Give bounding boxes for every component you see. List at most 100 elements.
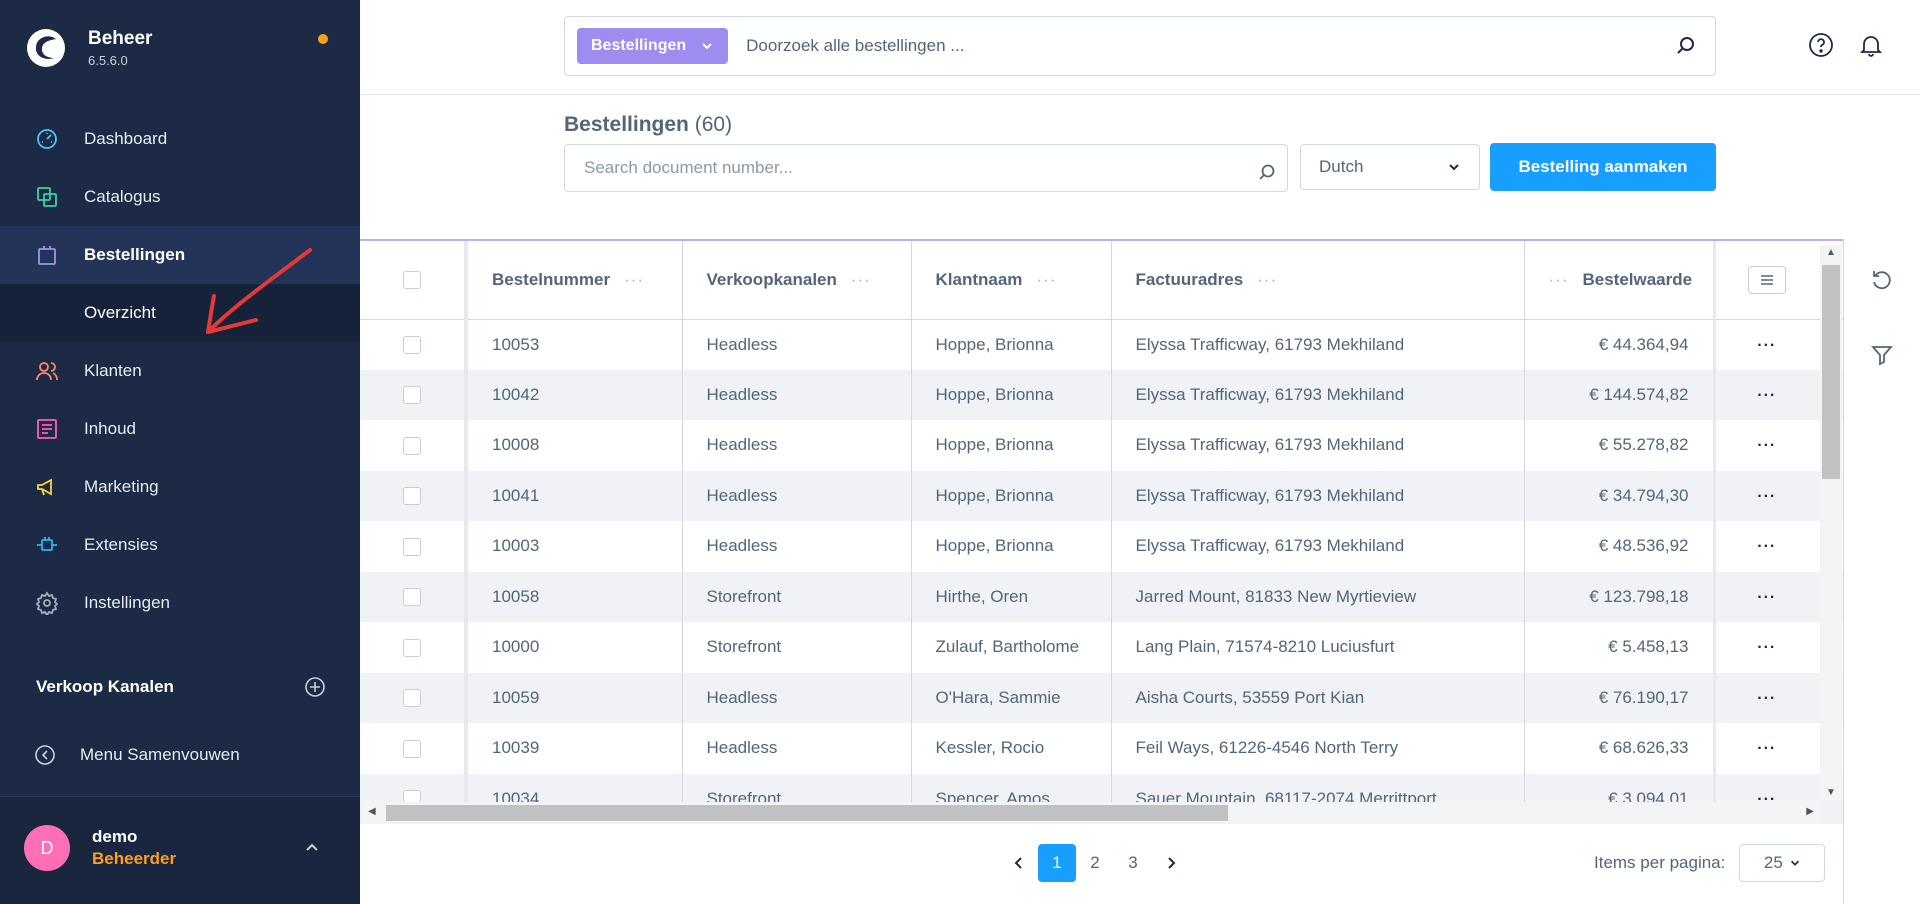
sidebar-item-catalogus[interactable]: Catalogus bbox=[0, 168, 360, 226]
sidebar-item-label: Klanten bbox=[84, 361, 142, 380]
table-row[interactable]: 10042 Headless Hoppe, Brionna Elyssa Traffi… bbox=[360, 369, 1844, 420]
horizontal-scrollbar[interactable]: ◀ ▶ bbox=[362, 802, 1820, 824]
column-label: Bestelwaarde bbox=[1582, 269, 1693, 289]
chevron-up-icon[interactable] bbox=[302, 837, 322, 857]
row-actions-cell: ··· bbox=[1712, 571, 1818, 622]
chevron-down-icon bbox=[1449, 164, 1459, 171]
column-header-order-value[interactable]: ··· Bestelwaarde bbox=[1524, 241, 1715, 320]
column-header-order-number[interactable]: Bestelnummer ··· bbox=[466, 241, 683, 320]
row-actions-menu-icon[interactable]: ··· bbox=[1757, 740, 1776, 757]
table-row[interactable]: 10058 Storefront Hirthe, Oren Jarred Mount,… bbox=[360, 571, 1844, 622]
document-search-input[interactable]: Search document number... bbox=[564, 144, 1288, 192]
row-select-cell bbox=[360, 622, 468, 673]
column-menu-icon[interactable]: ··· bbox=[1549, 270, 1569, 289]
sales-channel-cell: Headless bbox=[682, 369, 912, 420]
row-checkbox[interactable] bbox=[403, 436, 421, 455]
column-menu-icon[interactable]: ··· bbox=[1257, 270, 1277, 289]
order-value-cell: € 48.536,92 bbox=[1524, 521, 1715, 572]
sidebar-item-marketing[interactable]: Marketing bbox=[0, 458, 360, 516]
sidebar-item-inhoud[interactable]: Inhoud bbox=[0, 400, 360, 458]
prev-page-button[interactable] bbox=[1000, 844, 1038, 882]
table-row[interactable]: 10041 Headless Hoppe, Brionna Elyssa Traffi… bbox=[360, 470, 1844, 521]
page-button-3[interactable]: 3 bbox=[1114, 844, 1152, 882]
page-button-1[interactable]: 1 bbox=[1038, 844, 1076, 882]
table-row[interactable]: 10039 Headless Kessler, Rocio Feil Ways, 61… bbox=[360, 723, 1844, 774]
column-header-sales-channel[interactable]: Verkoopkanalen ··· bbox=[682, 241, 912, 320]
customer-name-cell: Zulauf, Bartholome bbox=[911, 622, 1112, 673]
sidebar: Beheer 6.5.6.0 Dashboard Catalogus Beste… bbox=[0, 0, 360, 904]
row-checkbox[interactable] bbox=[403, 689, 421, 708]
scroll-left-icon[interactable]: ◀ bbox=[368, 806, 376, 817]
table-row[interactable]: 10053 Headless Hoppe, Brionna Elyssa Traffi… bbox=[360, 319, 1844, 370]
row-actions-menu-icon[interactable]: ··· bbox=[1757, 337, 1776, 354]
global-search-input[interactable]: Doorzoek alle bestellingen ... bbox=[746, 36, 1675, 56]
pagination: 1 2 3 bbox=[1000, 844, 1190, 882]
row-actions-menu-icon[interactable]: ··· bbox=[1757, 639, 1776, 656]
scroll-up-icon[interactable]: ▲ bbox=[1826, 247, 1836, 258]
row-actions-menu-icon[interactable]: ··· bbox=[1757, 690, 1776, 707]
create-order-button[interactable]: Bestelling aanmaken bbox=[1490, 143, 1716, 191]
row-checkbox[interactable] bbox=[403, 638, 421, 657]
global-search[interactable]: Bestellingen Doorzoek alle bestellingen … bbox=[564, 16, 1716, 76]
column-header-billing-address[interactable]: Factuuradres ··· bbox=[1111, 241, 1525, 320]
sales-channel-cell: Headless bbox=[682, 319, 912, 370]
vertical-scroll-thumb[interactable] bbox=[1822, 265, 1840, 479]
next-page-button[interactable] bbox=[1152, 844, 1190, 882]
table-row[interactable]: 10003 Headless Hoppe, Brionna Elyssa Traffi… bbox=[360, 521, 1844, 572]
language-select[interactable]: Dutch bbox=[1300, 144, 1480, 190]
brand-title: Beheer bbox=[88, 28, 153, 49]
brand[interactable]: Beheer 6.5.6.0 bbox=[26, 28, 152, 68]
users-icon bbox=[34, 358, 60, 384]
table-row[interactable]: 10000 Storefront Zulauf, Bartholome Lang Pl… bbox=[360, 622, 1844, 673]
user-panel[interactable]: D demo Beheerder bbox=[0, 796, 360, 904]
horizontal-scroll-thumb[interactable] bbox=[386, 805, 1228, 821]
column-label: Verkoopkanalen bbox=[706, 269, 837, 289]
vertical-scrollbar[interactable]: ▲ ▼ bbox=[1820, 245, 1842, 800]
filter-icon[interactable] bbox=[1870, 343, 1894, 367]
row-checkbox[interactable] bbox=[403, 336, 421, 355]
row-actions-menu-icon[interactable]: ··· bbox=[1757, 488, 1776, 505]
billing-address-cell: Elyssa Trafficway, 61793 Mekhiland bbox=[1111, 369, 1525, 420]
table-row[interactable]: 10059 Headless O'Hara, Sammie Aisha Courts,… bbox=[360, 672, 1844, 723]
items-per-page-select[interactable]: 25 bbox=[1739, 844, 1826, 882]
search-icon[interactable] bbox=[1675, 35, 1697, 57]
sales-channel-cell: Headless bbox=[682, 723, 912, 774]
scroll-right-icon[interactable]: ▶ bbox=[1806, 806, 1814, 817]
row-actions-menu-icon[interactable]: ··· bbox=[1757, 589, 1776, 606]
column-menu-icon[interactable]: ··· bbox=[624, 270, 644, 289]
chevron-left-icon bbox=[1014, 857, 1022, 869]
column-header-customer-name[interactable]: Klantnaam ··· bbox=[911, 241, 1112, 320]
row-actions-menu-icon[interactable]: ··· bbox=[1757, 437, 1776, 454]
help-icon[interactable] bbox=[1808, 32, 1834, 58]
scroll-down-icon[interactable]: ▼ bbox=[1826, 787, 1836, 798]
row-actions-cell: ··· bbox=[1712, 420, 1818, 471]
add-circle-icon[interactable] bbox=[304, 676, 326, 698]
bell-icon[interactable] bbox=[1858, 32, 1884, 58]
row-checkbox[interactable] bbox=[403, 537, 421, 556]
row-checkbox[interactable] bbox=[403, 739, 421, 758]
refresh-icon[interactable] bbox=[1870, 267, 1894, 291]
row-actions-menu-icon[interactable]: ··· bbox=[1757, 387, 1776, 404]
search-module-dropdown[interactable]: Bestellingen bbox=[577, 28, 729, 64]
app-window: Beheer 6.5.6.0 Dashboard Catalogus Beste… bbox=[0, 0, 1920, 904]
sidebar-item-extensies[interactable]: Extensies bbox=[0, 516, 360, 574]
sidebar-item-klanten[interactable]: Klanten bbox=[0, 342, 360, 400]
row-checkbox[interactable] bbox=[403, 588, 421, 607]
column-menu-icon[interactable]: ··· bbox=[851, 270, 871, 289]
page-button-2[interactable]: 2 bbox=[1076, 844, 1114, 882]
customer-name-cell: Kessler, Rocio bbox=[911, 723, 1112, 774]
column-settings-button[interactable] bbox=[1747, 265, 1786, 294]
sidebar-item-instellingen[interactable]: Instellingen bbox=[0, 574, 360, 632]
collapse-menu-button[interactable]: Menu Samenvouwen bbox=[34, 744, 240, 766]
customer-name-cell: Hoppe, Brionna bbox=[911, 420, 1112, 471]
row-checkbox[interactable] bbox=[403, 487, 421, 506]
items-per-page-label: Items per pagina: bbox=[1594, 853, 1726, 872]
row-checkbox[interactable] bbox=[403, 386, 421, 405]
row-actions-menu-icon[interactable]: ··· bbox=[1757, 538, 1776, 555]
select-all-checkbox[interactable] bbox=[403, 271, 421, 290]
orders-grid: Bestelnummer ··· Verkoopkanalen ··· Klantn… bbox=[360, 239, 1844, 827]
table-row[interactable]: 10008 Headless Hoppe, Brionna Elyssa Traffi… bbox=[360, 420, 1844, 471]
column-menu-icon[interactable]: ··· bbox=[1036, 270, 1056, 289]
order-value-cell: € 34.794,30 bbox=[1524, 470, 1715, 521]
sidebar-item-dashboard[interactable]: Dashboard bbox=[0, 110, 360, 168]
